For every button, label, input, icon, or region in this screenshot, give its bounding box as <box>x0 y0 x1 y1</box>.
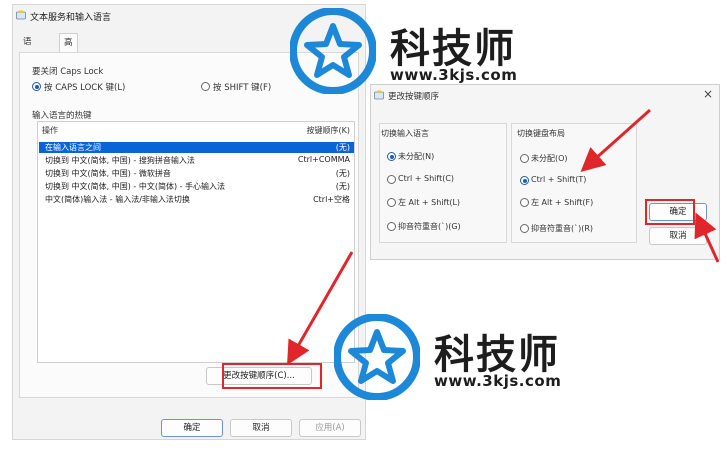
shift-radio[interactable] <box>201 82 210 91</box>
layout-ctrl-shift-radio[interactable] <box>520 176 529 185</box>
hotkey-keys: (无) <box>335 182 350 191</box>
lang-unassigned-radio[interactable] <box>387 152 396 161</box>
dialog-title: 文本服务和输入语言 <box>30 13 112 23</box>
hotkey-row[interactable]: 切换到 中文(简体, 中国) - 搜狗拼音输入法 Ctrl+COMMA <box>39 155 354 166</box>
hotkey-action: 切换到 中文(简体, 中国) - 中文(简体) - 手心输入法 <box>45 182 226 191</box>
hotkey-action: 切换到 中文(简体, 中国) - 搜狗拼音输入法 <box>45 156 195 165</box>
caps-lock-group-label: 要关闭 Caps Lock <box>32 67 104 77</box>
lang-option-label[interactable]: 左 Alt + Shift(L) <box>398 197 460 208</box>
lang-alt-shift-radio[interactable] <box>387 198 396 207</box>
highlight-box <box>645 199 695 225</box>
caps-lock-radio[interactable] <box>32 82 41 91</box>
apply-button[interactable]: 应用(A) <box>299 419 361 437</box>
layout-option-label[interactable]: 未分配(O) <box>531 153 568 164</box>
layout-option-label[interactable]: Ctrl + Shift(T) <box>531 175 586 184</box>
layout-option-label[interactable]: 抑音符重音(`)(R) <box>531 223 593 234</box>
hotkey-keys: Ctrl+空格 <box>313 195 350 204</box>
cancel-button[interactable]: 取消 <box>230 419 292 437</box>
layout-option-label[interactable]: 左 Alt + Shift(F) <box>531 197 593 208</box>
hotkey-row[interactable]: 切换到 中文(简体, 中国) - 微软拼音 (无) <box>39 168 354 179</box>
close-icon[interactable]: × <box>703 87 713 101</box>
hotkey-keys: (无) <box>335 143 350 152</box>
hotkey-row[interactable]: 在输入语言之间 (无) <box>39 142 354 153</box>
caps-lock-option-label[interactable]: 按 CAPS LOCK 键(L) <box>44 81 125 93</box>
sub-title-bar: 更改按键顺序 × <box>371 85 719 105</box>
highlight-box <box>222 363 322 389</box>
shift-option-label[interactable]: 按 SHIFT 键(F) <box>213 81 271 93</box>
change-key-sequence-dialog: 更改按键顺序 × 切换输入语言 未分配(N) Ctrl + Shift(C) 左… <box>370 84 720 260</box>
layout-alt-shift-radio[interactable] <box>520 198 529 207</box>
tab-advanced-key-settings[interactable]: 高级键设置 <box>59 33 78 120</box>
hotkey-action: 在输入语言之间 <box>45 143 101 152</box>
watermark-url: www.3kjs.com <box>390 66 518 84</box>
lang-option-label[interactable]: Ctrl + Shift(C) <box>398 174 454 183</box>
hotkey-row[interactable]: 中文(简体)输入法 - 输入法/非输入法切换 Ctrl+空格 <box>39 194 354 205</box>
layout-unassigned-radio[interactable] <box>520 154 529 163</box>
switch-keyboard-layout-label: 切换键盘布局 <box>517 129 565 138</box>
lang-option-label[interactable]: 未分配(N) <box>398 151 434 162</box>
lang-ctrl-shift-radio[interactable] <box>387 175 396 184</box>
switch-input-language-label: 切换输入语言 <box>381 129 429 138</box>
hotkey-action: 切换到 中文(简体, 中国) - 微软拼音 <box>45 169 171 178</box>
hotkey-keys: Ctrl+COMMA <box>297 155 350 164</box>
hotkeys-group-label: 输入语言的热键 <box>32 111 92 121</box>
hotkeys-list[interactable]: 操作 按键顺序(K) 在输入语言之间 (无) 切换到 中文(简体, 中国) - … <box>37 121 355 363</box>
ok-button[interactable]: 确定 <box>161 419 223 437</box>
sub-cancel-button[interactable]: 取消 <box>649 227 707 245</box>
keyboard-app-icon <box>16 10 26 20</box>
layout-grave-radio[interactable] <box>520 224 529 233</box>
lang-option-label[interactable]: 抑音符重音(`)(G) <box>398 221 461 232</box>
action-column-header[interactable]: 操作 <box>42 125 58 136</box>
hotkey-keys: (无) <box>335 169 350 178</box>
lang-grave-radio[interactable] <box>387 222 396 231</box>
hotkey-row[interactable]: 切换到 中文(简体, 中国) - 中文(简体) - 手心输入法 (无) <box>39 181 354 192</box>
hotkey-action: 中文(简体)输入法 - 输入法/非输入法切换 <box>45 195 190 204</box>
star-logo-icon <box>290 8 376 94</box>
hotkeys-header: 操作 按键顺序(K) <box>38 122 354 136</box>
key-sequence-column-header[interactable]: 按键顺序(K) <box>307 125 351 136</box>
star-logo-icon <box>334 314 420 400</box>
tab-language-bar[interactable]: 语言栏 <box>19 33 36 83</box>
watermark-url: www.3kjs.com <box>434 372 562 390</box>
sub-dialog-title: 更改按键顺序 <box>388 92 440 102</box>
